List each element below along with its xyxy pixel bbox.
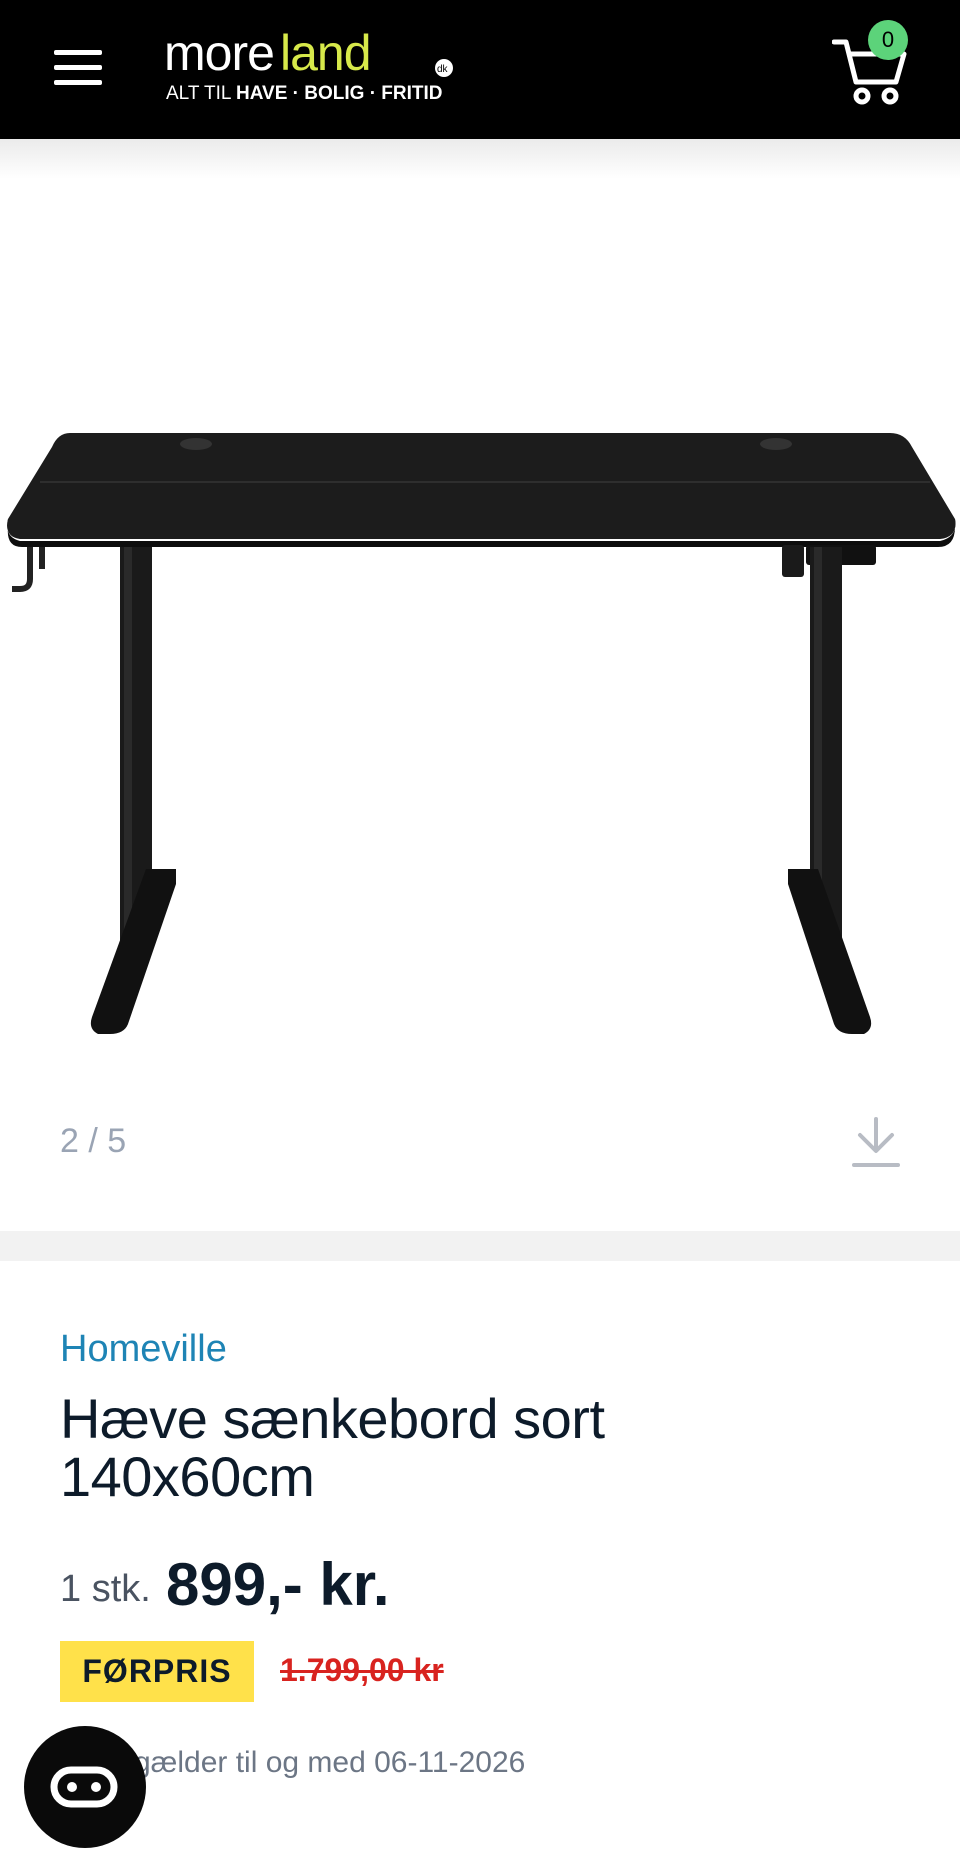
product-gallery[interactable] [0, 139, 960, 1231]
download-button[interactable] [850, 1115, 902, 1171]
cart-button[interactable]: 0 [831, 20, 912, 110]
before-price-badge: FØRPRIS [60, 1641, 254, 1702]
product-price: 899,- kr. [166, 1551, 390, 1618]
brand-link[interactable]: Homeville [60, 1328, 227, 1371]
product-title: Hæve sænkebord sort 140x60cm [60, 1387, 605, 1508]
section-divider [0, 1231, 960, 1261]
logo-suffix: dk [437, 64, 449, 75]
logo-text-more: more [164, 30, 274, 81]
old-price: 1.799,00 kr [280, 1652, 444, 1688]
offer-validity-label: gælder til og med 06-11-2026 [134, 1746, 526, 1779]
logo-text-land: land [280, 30, 371, 81]
download-icon [852, 1117, 900, 1167]
chat-button[interactable] [24, 1726, 146, 1848]
site-logo[interactable]: more land dk ALT TIL HAVE · BOLIG · FRIT… [164, 30, 464, 110]
gallery-counter: 2 / 5 [60, 1122, 127, 1160]
product-unit: 1 stk. [60, 1568, 151, 1610]
logo-tagline: HAVE · BOLIG · FRITID [236, 83, 443, 104]
site-header: more land dk ALT TIL HAVE · BOLIG · FRIT… [0, 0, 960, 139]
chat-icon [50, 1766, 118, 1808]
product-image[interactable] [0, 279, 960, 1039]
cart-count-badge: 0 [868, 20, 908, 60]
hamburger-icon[interactable] [54, 50, 102, 86]
logo-tagline-prefix: ALT TIL [166, 83, 231, 104]
